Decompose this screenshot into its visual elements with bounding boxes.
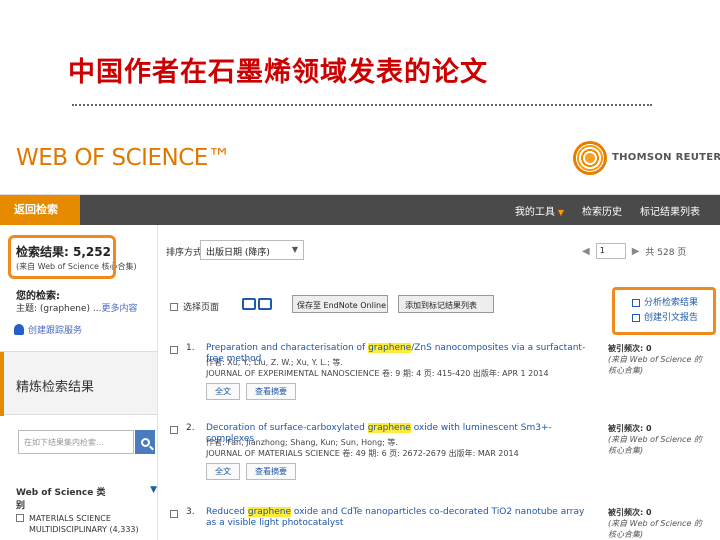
record-links: 全文 查看摘要 [206, 383, 296, 400]
view-abstract-button[interactable]: 查看摘要 [246, 463, 296, 480]
view-abstract-button[interactable]: 查看摘要 [246, 383, 296, 400]
chevron-down-icon: ▼ [557, 207, 564, 217]
slide-title: 中国作者在石墨烯领域发表的论文 [68, 57, 488, 88]
record-number: 2. [186, 423, 195, 433]
record-number: 1. [186, 343, 195, 353]
analyze-links: 分析检索结果 创建引文报告 [632, 296, 698, 326]
sort-select[interactable]: 出版日期 (降序) ▼ [200, 240, 304, 260]
record-citations: 被引频次: 0 (来自 Web of Science 的核心合集) [608, 423, 708, 456]
record-checkbox[interactable] [170, 346, 178, 354]
citation-source-note: (来自 Web of Science 的核心合集) [608, 435, 702, 455]
result-record: 2. Decoration of surface-carboxylated gr… [160, 423, 720, 495]
citation-source-note: (来自 Web of Science 的核心合集) [608, 519, 702, 539]
record-authors: 作者: Xu, Y.; Liu, Z. W.; Xu, Y. L.; 等. [206, 358, 343, 367]
search-icon [140, 437, 150, 447]
chart-icon [632, 313, 640, 322]
thomson-reuters-logo: THOMSON REUTERS® [612, 152, 720, 163]
query-label: 您的检索: [16, 291, 60, 302]
record-title-link[interactable]: Reduced graphene oxide and CdTe nanopart… [206, 507, 586, 529]
result-record: 1. Preparation and characterisation of g… [160, 343, 720, 415]
select-page-label: 选择页面 [183, 303, 220, 313]
chevron-down-icon: ▼ [150, 485, 157, 495]
citation-source-note: (来自 Web of Science 的核心合集) [608, 355, 702, 375]
analyze-icon [632, 298, 640, 307]
record-links: 全文 查看摘要 [206, 463, 296, 480]
refine-accent-bar [0, 352, 4, 416]
citation-count[interactable]: 被引频次: 0 [608, 423, 708, 434]
page-number-input[interactable]: 1 [595, 243, 626, 259]
query-text: 主题: (graphene) ...更多内容 [16, 304, 138, 314]
save-to-endnote-button[interactable]: 保存至 EndNote Online [292, 295, 388, 313]
refine-search-input[interactable]: 在如下结果集内检索... [18, 430, 134, 454]
print-icon[interactable] [242, 298, 256, 310]
record-journal: JOURNAL OF EXPERIMENTAL NANOSCIENCE 卷: 9… [206, 369, 549, 378]
wos-logo[interactable]: WEB OF SCIENCE™ [16, 145, 231, 171]
record-citations: 被引频次: 0 (来自 Web of Science 的核心合集) [608, 507, 708, 540]
fulltext-button[interactable]: 全文 [206, 383, 240, 400]
citation-count[interactable]: 被引频次: 0 [608, 507, 708, 518]
search-history-link[interactable]: 检索历史 [582, 203, 622, 218]
select-page-control[interactable]: 选择页面 [170, 300, 219, 313]
record-number: 3. [186, 507, 195, 517]
fulltext-button[interactable]: 全文 [206, 463, 240, 480]
category-header[interactable]: Web of Science 类别 ▼ [16, 485, 157, 511]
category-item[interactable]: MATERIALS SCIENCE MULTIDISCIPLINARY (4,3… [16, 513, 139, 535]
email-icon[interactable] [258, 298, 272, 310]
thomson-reuters-emblem-icon [573, 141, 607, 175]
category-checkbox[interactable] [16, 514, 24, 522]
pagination: ◀ 1 ▶ 共 528 页 [582, 243, 686, 259]
record-checkbox[interactable] [170, 510, 178, 518]
marked-list-link[interactable]: 标记结果列表 [640, 203, 700, 218]
top-nav: 我的工具 ▼ 检索历史 标记结果列表 [515, 195, 700, 225]
add-to-marked-list-button[interactable]: 添加到标记结果列表 [398, 295, 494, 313]
refine-title: 精炼检索结果 [16, 380, 95, 395]
record-journal: JOURNAL OF MATERIALS SCIENCE 卷: 49 期: 6 … [206, 449, 519, 458]
page-total: 共 528 页 [645, 247, 687, 258]
result-record: 3. Reduced graphene oxide and CdTe nanop… [160, 507, 720, 540]
record-checkbox[interactable] [170, 426, 178, 434]
results-main: 排序方式: 出版日期 (降序) ▼ ◀ 1 ▶ 共 528 页 选择页面 保存至 … [160, 225, 720, 540]
select-page-checkbox[interactable] [170, 303, 178, 311]
refine-search-button[interactable] [135, 430, 155, 454]
top-nav-bar: 返回检索 我的工具 ▼ 检索历史 标记结果列表 [0, 195, 720, 225]
citation-count[interactable]: 被引频次: 0 [608, 343, 708, 354]
query-more-link[interactable]: 更多内容 [101, 304, 137, 314]
refine-section: 精炼检索结果 [0, 351, 157, 416]
create-alert-label: 创建跟踪服务 [28, 326, 83, 336]
citation-report-link[interactable]: 创建引文报告 [632, 311, 698, 326]
wos-header: WEB OF SCIENCE™ THOMSON REUTERS® [0, 113, 720, 195]
my-tools-menu[interactable]: 我的工具 ▼ [515, 203, 564, 218]
category-item-label: MATERIALS SCIENCE MULTIDISCIPLINARY (4,3… [29, 514, 139, 534]
back-to-search-button[interactable]: 返回检索 [0, 195, 80, 225]
dotted-divider [72, 104, 652, 106]
wos-screenshot: WEB OF SCIENCE™ THOMSON REUTERS® 返回检索 我的… [0, 113, 720, 540]
bell-icon [14, 324, 24, 335]
record-authors: 作者: Fan, Jianzhong; Shang, Kun; Sun, Hon… [206, 438, 398, 447]
analyze-results-link[interactable]: 分析检索结果 [632, 296, 698, 311]
record-citations: 被引频次: 0 (来自 Web of Science 的核心合集) [608, 343, 708, 376]
create-alert-link[interactable]: 创建跟踪服务 [14, 323, 82, 336]
prev-page-icon[interactable]: ◀ [582, 246, 590, 257]
left-sidebar: 检索结果: 5,252 (来自 Web of Science 核心合集) 您的检… [0, 225, 158, 540]
next-page-icon[interactable]: ▶ [632, 246, 640, 257]
chevron-down-icon: ▼ [291, 245, 298, 254]
highlight-box-results [8, 235, 116, 279]
